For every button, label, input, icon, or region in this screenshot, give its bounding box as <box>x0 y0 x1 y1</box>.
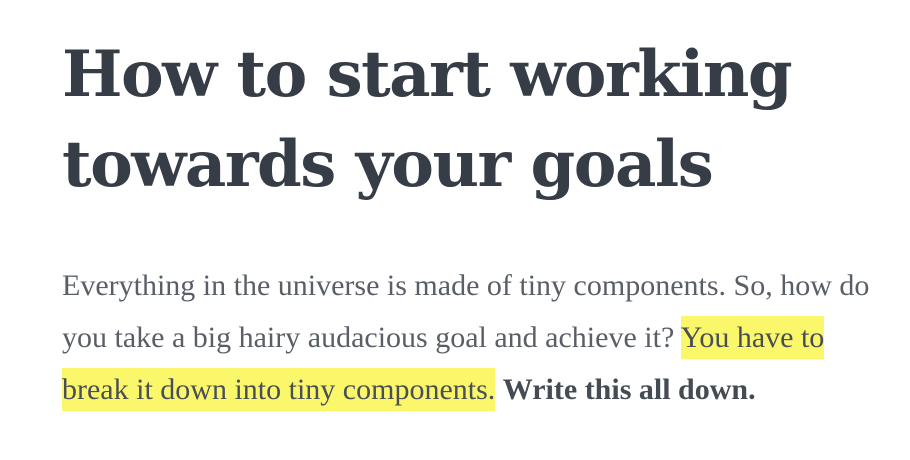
article-paragraph: Everything in the universe is made of ti… <box>62 260 882 416</box>
article: How to start working towards your goals … <box>62 30 882 416</box>
article-title: How to start working towards your goals <box>62 37 793 202</box>
bold-text: Write this all down. <box>502 373 756 406</box>
paragraph-separator <box>495 373 503 406</box>
